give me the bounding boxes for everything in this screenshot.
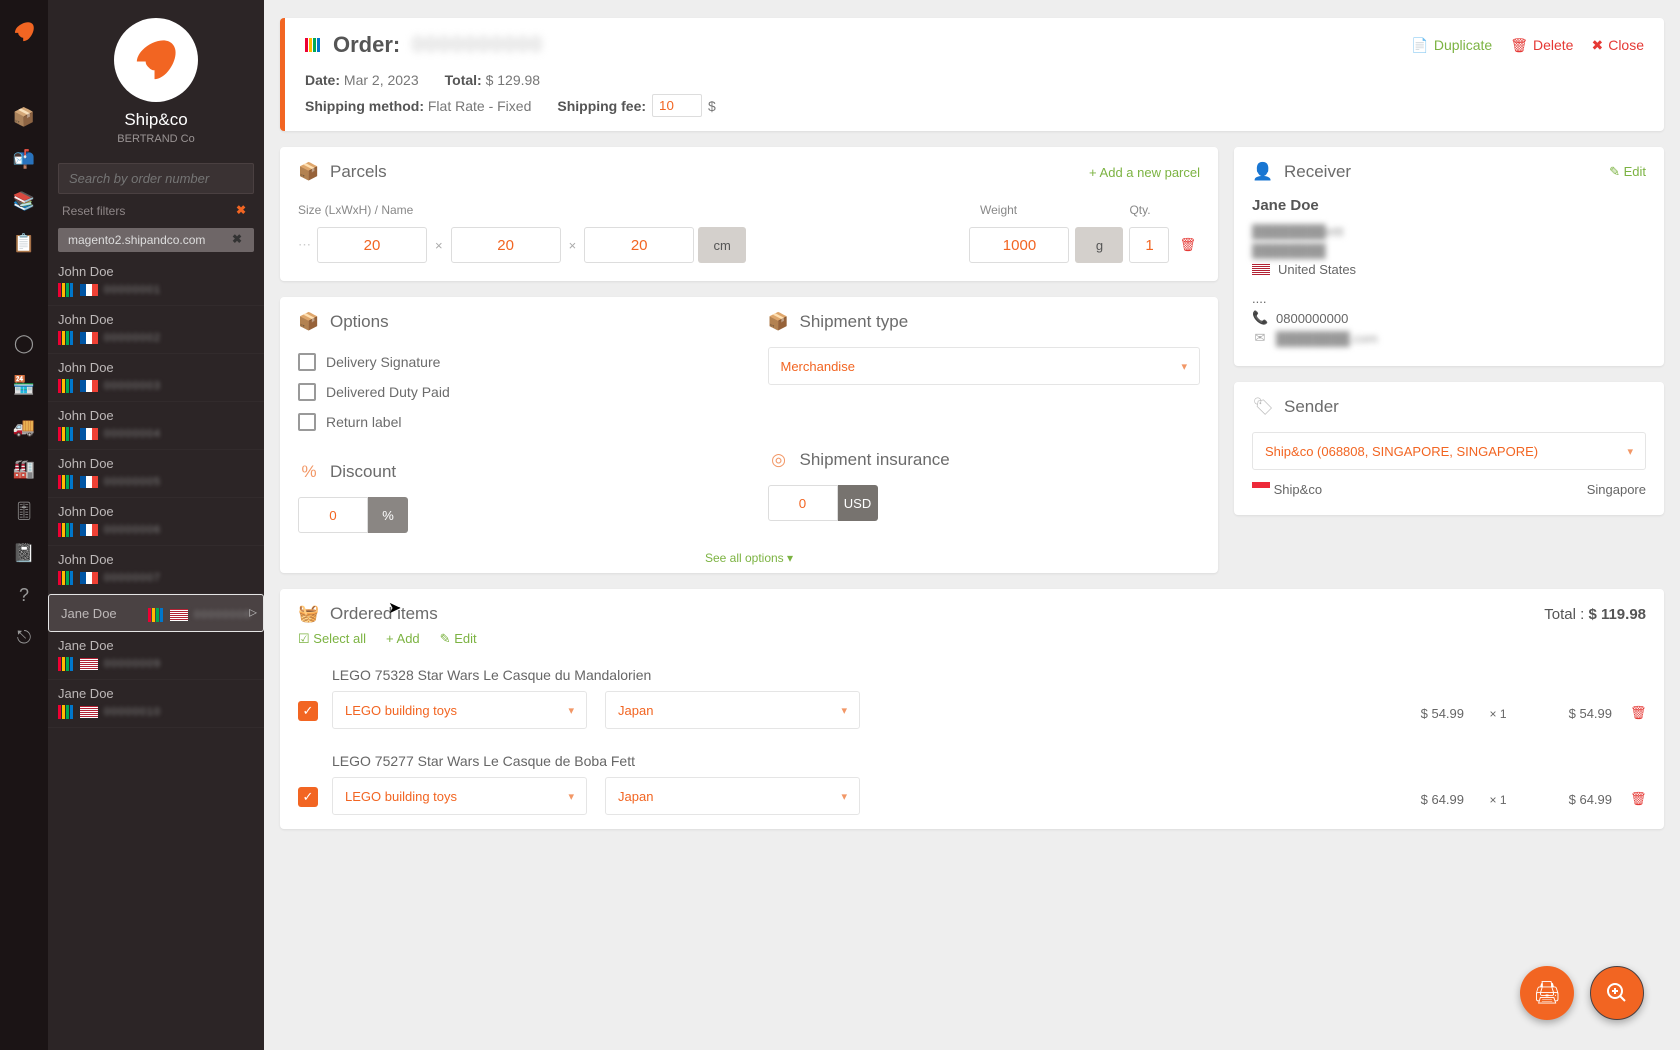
parcel-icon: 📦 <box>298 161 320 183</box>
rate-fab[interactable] <box>1590 966 1644 1020</box>
filter-tag-x-icon[interactable]: ✖ <box>228 232 246 246</box>
order-header: Order: 0000000000 📄 Duplicate 🗑 Delete ✖… <box>280 18 1664 131</box>
basket-icon: 🧺 <box>298 603 320 625</box>
nav-rail: 📦 📬 📚 📋 ◯ 🏪 🚚 🏭 🎚 📓 ? ⎋ <box>0 0 48 1050</box>
order-number-masked: 0000000000 <box>412 34 543 57</box>
item-delete-icon[interactable]: 🗑 <box>1626 705 1651 720</box>
insurance-input[interactable] <box>768 485 838 521</box>
discount-unit[interactable]: % <box>368 497 408 533</box>
order-list-item[interactable]: John Doe00000007 <box>48 546 264 594</box>
dim-w-input[interactable] <box>451 227 561 263</box>
brand-sub: BERTRAND Co <box>58 133 254 145</box>
item-category-select[interactable]: LEGO building toys▾ <box>332 691 587 729</box>
print-fab[interactable]: 🖨 <box>1520 966 1574 1020</box>
order-list: John Doe00000001John Doe00000002John Doe… <box>48 258 264 728</box>
sender-select[interactable]: Ship&co (068808, SINGAPORE, SINGAPORE)▾ <box>1252 432 1646 470</box>
order-title-label: Order: <box>333 32 400 58</box>
shipping-fee-input[interactable] <box>652 94 702 117</box>
shipment-type-select[interactable]: Merchandise▾ <box>768 347 1201 385</box>
nav-truck-icon[interactable]: 🚚 <box>12 415 36 439</box>
rocket-icon <box>10 18 38 49</box>
delivery-signature-checkbox[interactable]: Delivery Signature <box>298 347 731 377</box>
options-icon: 📦 <box>298 311 320 333</box>
weight-input[interactable] <box>969 227 1069 263</box>
nav-user-icon[interactable]: ◯ <box>12 331 36 355</box>
edit-items-button[interactable]: ✎ Edit <box>440 631 477 647</box>
filter-tag[interactable]: magento2.shipandco.com ✖ <box>58 228 254 252</box>
order-list-item[interactable]: John Doe00000003 <box>48 354 264 402</box>
order-list-item[interactable]: John Doe00000005 <box>48 450 264 498</box>
items-card: 🧺Ordered items Total : $ 119.98 ☑ Select… <box>280 589 1664 829</box>
order-list-item[interactable]: Jane Doe00000010 <box>48 680 264 728</box>
nav-warehouse-icon[interactable]: 🏭 <box>12 457 36 481</box>
chevron-down-icon: ▾ <box>1627 445 1633 458</box>
parcel-delete-icon[interactable]: 🗑 <box>1175 237 1200 253</box>
delete-button[interactable]: 🗑 Delete <box>1510 37 1573 54</box>
brand: Ship&co BERTRAND Co <box>48 0 264 155</box>
item-row: ✓ LEGO 75277 Star Wars Le Casque de Boba… <box>280 743 1664 829</box>
nav-book-icon[interactable]: 📓 <box>12 541 36 565</box>
insurance-icon: ◎ <box>768 449 790 471</box>
brand-logo <box>114 18 198 102</box>
receiver-icon: 👤 <box>1252 161 1274 183</box>
select-all-button[interactable]: ☑ Select all <box>298 631 366 647</box>
item-delete-icon[interactable]: 🗑 <box>1626 791 1651 806</box>
discount-icon: % <box>298 461 320 483</box>
edit-receiver-button[interactable]: ✎ Edit <box>1609 164 1646 180</box>
receiver-card: 👤Receiver ✎ Edit Jane Doe ████████ettt █… <box>1234 147 1664 366</box>
order-list-item[interactable]: John Doe00000006 <box>48 498 264 546</box>
order-list-item[interactable]: Jane Doe00000009 <box>48 632 264 680</box>
flag-icon <box>1252 482 1270 494</box>
nav-help-icon[interactable]: ? <box>12 583 36 607</box>
flag-icon <box>1252 264 1270 276</box>
add-parcel-button[interactable]: + Add a new parcel <box>1089 165 1200 180</box>
nav-store-icon[interactable]: 🏪 <box>12 373 36 397</box>
see-all-options[interactable]: See all options ▾ <box>280 543 1218 573</box>
order-list-item[interactable]: John Doe00000001 <box>48 258 264 306</box>
qty-input[interactable] <box>1129 227 1169 263</box>
dim-unit[interactable]: cm <box>698 227 746 263</box>
weight-unit[interactable]: g <box>1075 227 1123 263</box>
item-category-select[interactable]: LEGO building toys▾ <box>332 777 587 815</box>
brand-name: Ship&co <box>58 110 254 130</box>
email-icon: ✉ <box>1252 330 1268 346</box>
phone-icon: 📞 <box>1252 310 1268 326</box>
reset-filters[interactable]: Reset filters ✖ <box>48 198 264 224</box>
nav-stack-icon[interactable]: 📚 <box>12 189 36 213</box>
ddp-checkbox[interactable]: Delivered Duty Paid <box>298 377 731 407</box>
chevron-down-icon: ▾ <box>1181 360 1187 373</box>
nav-logout-icon[interactable]: ⎋ <box>12 625 36 649</box>
order-list-item[interactable]: Jane Doe00000008▷ <box>48 594 264 632</box>
item-checkbox[interactable]: ✓ <box>298 701 318 721</box>
order-list-item[interactable]: John Doe00000002 <box>48 306 264 354</box>
main: Order: 0000000000 📄 Duplicate 🗑 Delete ✖… <box>264 0 1680 1050</box>
insurance-unit[interactable]: USD <box>838 485 878 521</box>
discount-input[interactable] <box>298 497 368 533</box>
search-input[interactable] <box>58 163 254 194</box>
sender-card: 🏷Sender Ship&co (068808, SINGAPORE, SING… <box>1234 382 1664 515</box>
sidebar: Ship&co BERTRAND Co Reset filters ✖ mage… <box>48 0 264 1050</box>
sender-icon: 🏷 <box>1252 396 1274 418</box>
item-origin-select[interactable]: Japan▾ <box>605 777 860 815</box>
close-button[interactable]: ✖ Close <box>1591 37 1644 54</box>
dim-h-input[interactable] <box>584 227 694 263</box>
options-card: 📦Options Delivery Signature Delivered Du… <box>280 297 1218 573</box>
item-origin-select[interactable]: Japan▾ <box>605 691 860 729</box>
item-checkbox[interactable]: ✓ <box>298 787 318 807</box>
shipment-type-icon: 📦 <box>768 311 790 333</box>
nav-orders-icon[interactable]: 📬 <box>12 147 36 171</box>
nav-clipboard-icon[interactable]: 📋 <box>12 231 36 255</box>
order-list-item[interactable]: John Doe00000004 <box>48 402 264 450</box>
duplicate-button[interactable]: 📄 Duplicate <box>1411 37 1492 54</box>
parcels-card: 📦Parcels + Add a new parcel Size (LxWxH)… <box>280 147 1218 281</box>
return-label-checkbox[interactable]: Return label <box>298 407 731 437</box>
receiver-name: Jane Doe <box>1252 197 1646 214</box>
nav-inbox-icon[interactable]: 📦 <box>12 105 36 129</box>
add-item-button[interactable]: + Add <box>386 631 420 647</box>
store-icon <box>305 32 321 58</box>
item-row: ✓ LEGO 75328 Star Wars Le Casque du Mand… <box>280 657 1664 743</box>
reset-filters-x-icon[interactable]: ✖ <box>232 203 250 217</box>
nav-sliders-icon[interactable]: 🎚 <box>12 499 36 523</box>
dim-l-input[interactable] <box>317 227 427 263</box>
